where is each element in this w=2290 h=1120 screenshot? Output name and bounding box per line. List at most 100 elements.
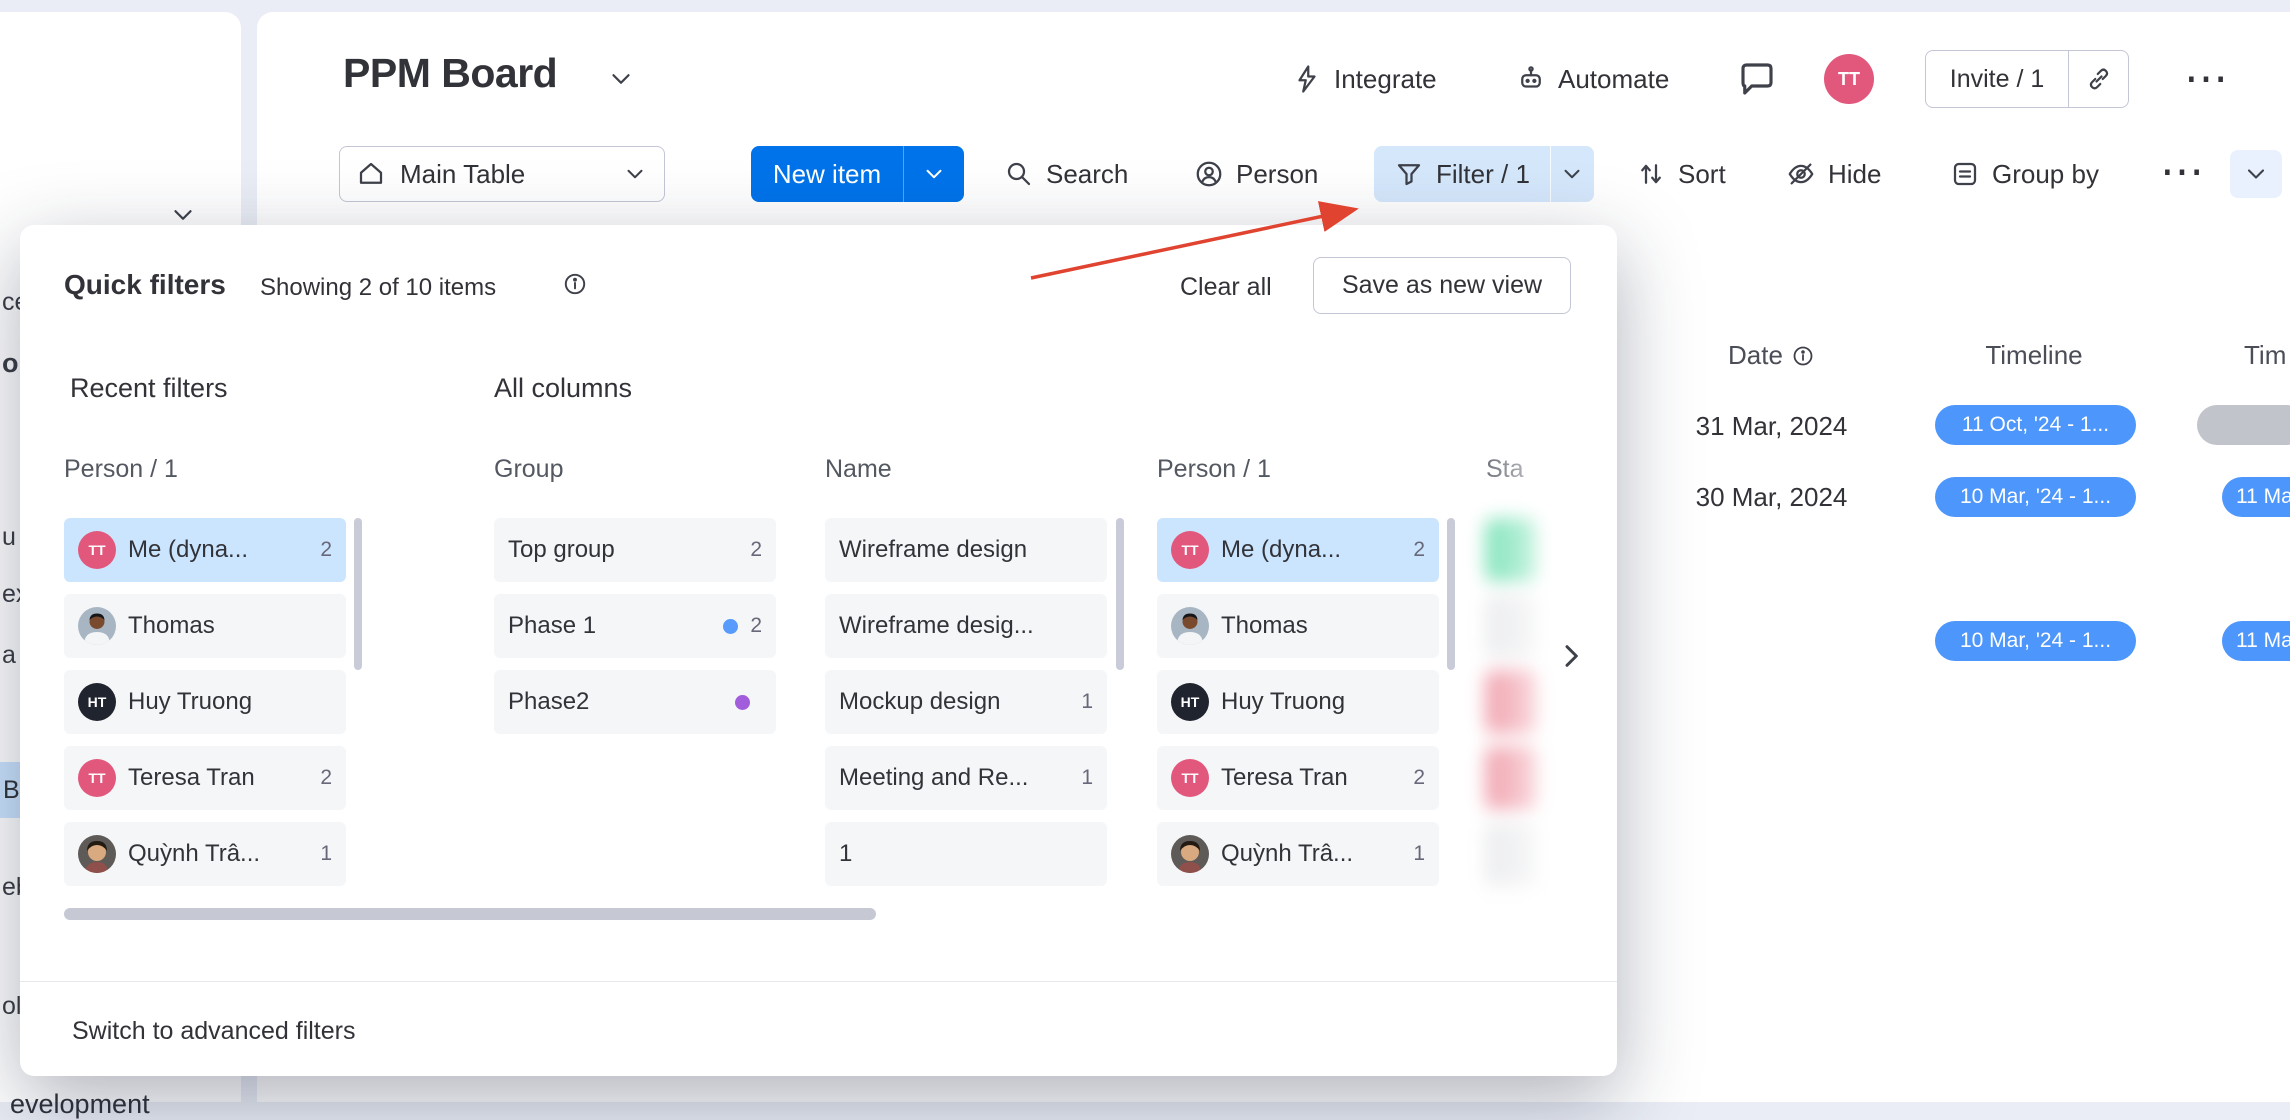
date-cell[interactable]: 30 Mar, 2024 [1649,462,1894,532]
filter-option-top-group[interactable]: Top group 2 [494,518,776,582]
automate-robot-icon [1516,64,1546,94]
sort-arrows-icon [1636,159,1666,189]
switch-to-advanced-filters-link[interactable]: Switch to advanced filters [72,1017,355,1046]
horizontal-scrollbar-thumb[interactable] [64,908,876,920]
group-by-icon [1950,159,1980,189]
integrate-icon [1292,64,1322,94]
group-by-label: Group by [1992,159,2099,190]
group-color-dot [723,619,738,634]
filter-dropdown-button[interactable] [1550,146,1594,202]
clear-all-button[interactable]: Clear all [1180,273,1272,302]
filter-option-label: Teresa Tran [1221,764,1401,792]
home-icon [356,159,386,189]
view-selector[interactable]: Main Table [339,146,665,202]
date-cell[interactable]: 31 Mar, 2024 [1649,391,1894,461]
sidebar-item-fragment[interactable]: a [2,641,16,670]
person-filter-button[interactable]: Person [1180,146,1332,202]
timeline-pill[interactable]: 11 Oct, '24 - 1... [1935,405,2136,445]
filter-option-label: Quỳnh Trâ... [128,840,308,868]
user-avatar[interactable]: TT [1824,54,1874,104]
integrate-label: Integrate [1334,64,1437,95]
filter-option-phase2[interactable]: Phase2 [494,670,776,734]
new-item-button[interactable]: New item [751,146,903,202]
toolbar-collapse-button[interactable] [2230,150,2282,198]
avatar-photo [1171,835,1209,873]
filter-option-phase1[interactable]: Phase 1 2 [494,594,776,658]
filter-option-thomas[interactable]: Thomas [1157,594,1439,658]
filter-option-name[interactable]: Meeting and Re... 1 [825,746,1107,810]
column-header-time[interactable]: Tim [2244,321,2290,390]
filter-option-name[interactable]: Wireframe design [825,518,1107,582]
filter-option-label: Meeting and Re... [839,764,1069,792]
filter-option-teresa[interactable]: TT Teresa Tran 2 [1157,746,1439,810]
avatar-initials: TT [1171,531,1209,569]
filter-option-me[interactable]: TT Me (dyna... 2 [1157,518,1439,582]
timeline-pill-partial[interactable]: 11 Ma [2222,621,2290,661]
filter-option-thomas[interactable]: Thomas [64,594,346,658]
chat-bubble-icon[interactable] [1736,58,1778,100]
info-icon[interactable] [1791,344,1815,368]
integrate-button[interactable]: Integrate [1292,55,1437,103]
timeline-pill[interactable]: 10 Mar, '24 - 1... [1935,621,2136,661]
filter-option-label: Phase 1 [508,612,711,640]
avatar-initials: HT [78,683,116,721]
date-header-label: Date [1728,340,1783,371]
timeline-pill[interactable]: 10 Mar, '24 - 1... [1935,477,2136,517]
search-label: Search [1046,159,1128,190]
search-button[interactable]: Search [990,146,1142,202]
filter-option-teresa[interactable]: TT Teresa Tran 2 [64,746,346,810]
invite-button[interactable]: Invite / 1 [1926,51,2068,107]
empty-timeline-pill[interactable] [2197,405,2290,445]
column-header-date[interactable]: Date [1649,321,1894,390]
filter-option-count: 1 [1081,766,1093,790]
link-icon [2084,64,2114,94]
timeline-pill-partial[interactable]: 11 Ma [2222,477,2290,517]
automate-label: Automate [1558,64,1669,95]
eye-slash-icon [1786,159,1816,189]
automate-button[interactable]: Automate [1516,55,1669,103]
filter-option-huy[interactable]: HT Huy Truong [1157,670,1439,734]
info-icon[interactable] [562,271,588,297]
avatar-initials: TT [78,531,116,569]
group-column-header: Group [494,455,563,484]
filter-option-quynh[interactable]: Quỳnh Trâ... 1 [64,822,346,886]
recent-filters-heading: Recent filters [70,373,228,404]
toolbar-more-menu[interactable]: ⋯ [2160,144,2204,200]
scroll-right-chevron-button[interactable] [1548,633,1594,679]
sidebar-item-development[interactable]: evelopment [10,1089,150,1120]
chevron-down-icon [1559,161,1585,187]
all-columns-heading: All columns [494,373,632,404]
hide-button[interactable]: Hide [1772,146,1895,202]
column-scrollbar[interactable] [354,518,362,670]
filter-option-name[interactable]: Mockup design 1 [825,670,1107,734]
filter-option-huy[interactable]: HT Huy Truong [64,670,346,734]
group-by-button[interactable]: Group by [1936,146,2113,202]
quick-filters-panel: Quick filters Showing 2 of 10 items Clea… [20,225,1617,1076]
sidebar-item-fragment[interactable]: ol [2,992,21,1021]
filter-button[interactable]: Filter / 1 [1374,146,1550,202]
filter-option-count: 1 [1413,842,1425,866]
filter-option-label: Wireframe desig... [839,612,1081,640]
filter-option-name[interactable]: Wireframe desig... [825,594,1107,658]
filter-option-label: Teresa Tran [128,764,308,792]
sidebar-item-fragment[interactable]: u [2,523,16,552]
board-title-chevron-icon[interactable] [606,64,636,94]
sort-button[interactable]: Sort [1622,146,1740,202]
column-scrollbar[interactable] [1116,518,1124,670]
page-title: PPM Board [343,50,557,97]
save-as-new-view-button[interactable]: Save as new view [1313,257,1571,314]
filter-option-label: 1 [839,840,1081,868]
filter-option-label: Huy Truong [128,688,320,716]
chevron-down-icon [622,161,648,187]
person-icon [1194,159,1224,189]
copy-link-button[interactable] [2068,51,2128,107]
filter-option-me[interactable]: TT Me (dyna... 2 [64,518,346,582]
column-header-timeline[interactable]: Timeline [1895,321,2173,390]
filter-option-count: 1 [1081,690,1093,714]
filter-option-name[interactable]: 1 [825,822,1107,886]
filter-option-quynh[interactable]: Quỳnh Trâ... 1 [1157,822,1439,886]
header-more-menu[interactable]: ⋯ [2184,52,2228,106]
recent-column-header: Person / 1 [64,455,178,484]
column-scrollbar[interactable] [1447,518,1455,670]
new-item-dropdown-button[interactable] [903,146,964,202]
